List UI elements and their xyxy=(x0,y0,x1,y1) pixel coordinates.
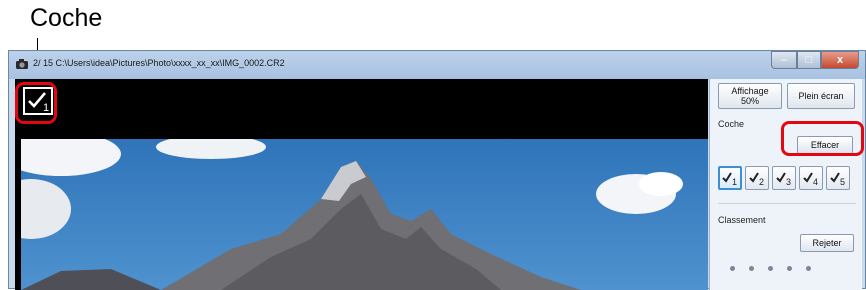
check-button-2[interactable]: 2 xyxy=(745,166,769,190)
svg-text:2: 2 xyxy=(759,177,764,186)
check-5-icon: 5 xyxy=(830,172,845,186)
reject-button[interactable]: Rejeter xyxy=(800,234,854,252)
highlight-ring-check-indicator xyxy=(15,82,57,124)
window-controls: – □ x xyxy=(771,51,859,69)
title-bar[interactable]: 2/ 15 C:\Users\idea\Pictures\Photo\xxxx_… xyxy=(9,51,865,79)
window-title: 2/ 15 C:\Users\idea\Pictures\Photo\xxxx_… xyxy=(33,58,285,68)
rating-section-label: Classement xyxy=(718,215,766,225)
highlight-ring-clear-button xyxy=(781,121,864,156)
close-button[interactable]: x xyxy=(821,51,859,69)
control-palette: Affichage 50% Plein écran Coche Effacer … xyxy=(709,79,862,290)
maximize-button[interactable]: □ xyxy=(797,51,821,69)
image-viewer-window: 2/ 15 C:\Users\idea\Pictures\Photo\xxxx_… xyxy=(8,50,866,290)
zoom-button-line2: 50% xyxy=(740,96,759,106)
check-3-icon: 3 xyxy=(776,172,791,186)
callout-label: Coche xyxy=(30,4,103,32)
check-mark-buttons: 1 2 3 4 5 xyxy=(718,166,850,190)
check-2-icon: 2 xyxy=(749,172,764,186)
check-1-icon: 1 xyxy=(722,172,737,186)
rating-star-4[interactable] xyxy=(787,266,792,271)
fullscreen-button[interactable]: Plein écran xyxy=(787,83,855,109)
svg-text:1: 1 xyxy=(732,177,737,186)
rating-star-5[interactable] xyxy=(806,266,811,271)
svg-text:5: 5 xyxy=(840,177,845,186)
zoom-display-button[interactable]: Affichage 50% xyxy=(718,83,782,109)
rating-star-3[interactable] xyxy=(768,266,773,271)
check-button-4[interactable]: 4 xyxy=(799,166,823,190)
zoom-button-line1: Affichage xyxy=(731,86,769,96)
image-view-area[interactable]: 1 xyxy=(15,79,708,290)
check-4-icon: 4 xyxy=(803,172,818,186)
camera-icon xyxy=(16,59,28,69)
rating-stars xyxy=(730,266,811,271)
mountain-photo xyxy=(21,139,708,290)
check-section-label: Coche xyxy=(718,119,745,129)
photo-preview xyxy=(21,139,708,290)
check-button-5[interactable]: 5 xyxy=(826,166,850,190)
panel-divider xyxy=(718,203,856,204)
rating-star-2[interactable] xyxy=(749,266,754,271)
minimize-button[interactable]: – xyxy=(771,51,797,69)
check-button-3[interactable]: 3 xyxy=(772,166,796,190)
rating-star-1[interactable] xyxy=(730,266,735,271)
svg-text:3: 3 xyxy=(786,177,791,186)
svg-text:4: 4 xyxy=(813,177,818,186)
check-button-1[interactable]: 1 xyxy=(718,166,742,190)
